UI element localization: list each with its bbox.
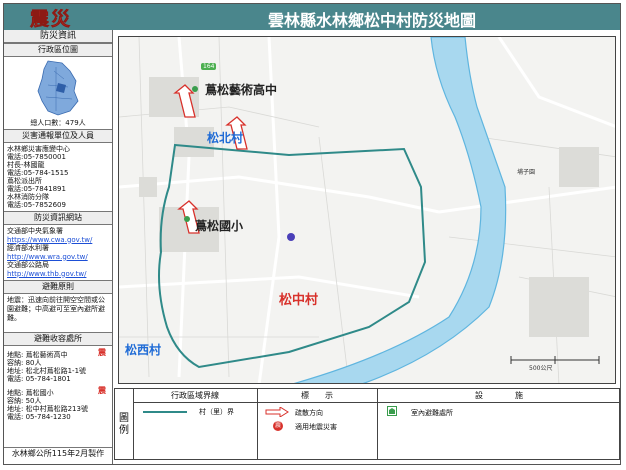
website-link-thb[interactable]: http://www.thb.gov.tw/ <box>7 270 109 279</box>
legend-divider <box>133 402 619 403</box>
header-bar: 震災 雲林縣水林鄉松中村防災地圖 <box>4 4 620 30</box>
contact-line: 水林鄉災害應變中心 <box>7 145 70 153</box>
principle-title: 避難原則 <box>4 280 112 294</box>
website-label: 交通部中央氣象署 <box>7 227 63 235</box>
contacts-title: 災害通報單位及人員 <box>4 129 112 143</box>
label-village-north: 松北村 <box>207 131 244 145</box>
legend-col-boundary: 行政區域界線 <box>171 391 219 400</box>
contact-line: 電話:05-7841891 <box>7 185 66 193</box>
location-title: 行政區位圖 <box>4 43 112 57</box>
page-title: 雲林縣水林鄉松中村防災地圖 <box>267 11 476 30</box>
earthquake-badge: 震 <box>98 386 106 395</box>
legend-title: 圖例 <box>115 413 133 437</box>
shelter-capacity: 容納: 80人 <box>7 359 42 367</box>
shelter-item: 震 地點: 蔦松國小 容納: 50人 地址: 松中村蔦松路213號 電話: 05… <box>4 385 112 423</box>
boundary-line-icon <box>143 411 187 413</box>
legend-title-text: 圖例 <box>119 413 129 436</box>
shelter-name: 地點: 蔦松藝術高中 <box>7 351 68 359</box>
scale-bar-label: 500公尺 <box>529 365 553 372</box>
label-school-high: 蔦松藝術高中 <box>205 83 278 97</box>
map-canvas <box>119 37 615 383</box>
township-map-icon <box>37 60 79 116</box>
disaster-logo: 震災 <box>30 8 73 31</box>
contact-line: 村長-林國龍 <box>7 161 45 169</box>
location-minimap <box>4 57 112 119</box>
principle-text: 地震：迅速向前往開空空間或公園避難；中高避可至室內避所避難。 <box>7 296 105 322</box>
shelter-capacity: 容納: 50人 <box>7 397 42 405</box>
legend-panel: 圖例 行政區域界線 標 示 設 施 村（里）界 疏散方向 震 適用地震災害 室內… <box>114 388 620 460</box>
info-title: 防災資訊 <box>4 30 112 43</box>
shelter-address: 地址: 松中村蔦松路213號 <box>7 405 88 413</box>
contact-line: 電話:05-7850001 <box>7 153 66 161</box>
shelter-address: 地址: 松北村蔦松路1-1號 <box>7 367 87 375</box>
website-label: 經濟部水利署 <box>7 244 49 252</box>
shelter-phone: 電話: 05-784-1801 <box>7 375 71 383</box>
shelters-title: 避難收容處所 <box>4 332 112 346</box>
boundary-item-label: 村（里）界 <box>199 408 234 416</box>
shelter-item: 震 地點: 蔦松藝術高中 容納: 80人 地址: 松北村蔦松路1-1號 電話: … <box>4 346 112 385</box>
indoor-shelter-icon <box>387 406 397 416</box>
earthquake-badge: 震 <box>98 348 106 357</box>
label-place-small: 埔子園 <box>517 169 536 176</box>
shelter-name: 地點: 蔦松國小 <box>7 389 54 397</box>
websites-title: 防災資訊網站 <box>4 211 112 225</box>
info-sidebar: 防災資訊 行政區位圖 總人口數：479人 災害通報單位及人員 水林鄉災害應變中心… <box>4 30 113 464</box>
website-link-cwa[interactable]: https://www.cwa.gov.tw/ <box>7 236 109 245</box>
contact-line: 蔦松派出所 <box>7 177 42 185</box>
website-link-wra[interactable]: http://www.wra.gov.tw/ <box>7 253 109 262</box>
contact-line: 水林消防分隊 <box>7 193 49 201</box>
mark-shelter-label: 適用地震災害 <box>295 423 337 431</box>
label-road-number: 164 <box>201 63 217 70</box>
legend-col-facility: 設 施 <box>475 391 523 400</box>
websites-list: 交通部中央氣象署 https://www.cwa.gov.tw/ 經濟部水利署 … <box>4 225 112 280</box>
label-school-elem: 蔦松國小 <box>195 219 244 233</box>
website-label: 交通部公路局 <box>7 261 49 269</box>
legend-col-mark: 標 示 <box>301 391 333 400</box>
producer-footer: 水林鄉公所115年2月製作 <box>4 447 112 460</box>
mark-arrow-label: 疏散方向 <box>295 409 323 417</box>
contacts-list: 水林鄉災害應變中心 電話:05-7850001 村長-林國龍 電話:05-784… <box>4 143 112 211</box>
facility-item-label: 室內避難處所 <box>411 409 453 417</box>
population-text: 總人口數：479人 <box>30 119 86 127</box>
contact-line: 電話:05-784-1515 <box>7 169 69 177</box>
map-panel[interactable]: 蔦松藝術高中 蔦松國小 松北村 松中村 松西村 164 埔子園 500公尺 <box>118 36 616 384</box>
label-village-west: 松西村 <box>125 343 162 357</box>
contact-line: 電話:05-7852609 <box>7 201 66 209</box>
shelter-phone: 電話: 05-784-1230 <box>7 413 71 421</box>
earthquake-badge-icon: 震 <box>273 421 283 431</box>
label-village-center: 松中村 <box>279 293 319 308</box>
evac-arrow-icon <box>265 407 289 417</box>
